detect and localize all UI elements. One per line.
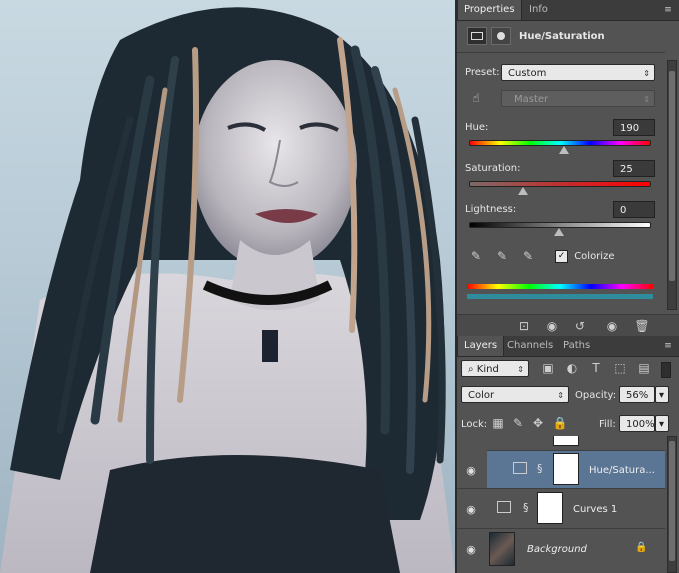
tab-channels[interactable]: Channels: [501, 336, 559, 356]
filter-toggle[interactable]: [661, 362, 671, 378]
properties-scroll-thumb[interactable]: [669, 71, 675, 281]
chevron-updown-icon: ⇕: [517, 365, 524, 374]
blend-mode-select[interactable]: Color ⇕: [461, 386, 569, 403]
opacity-dropdown-icon[interactable]: ▾: [655, 386, 669, 403]
channel-value: Master: [514, 94, 549, 105]
lock-transparent-icon[interactable]: ▦: [489, 415, 507, 431]
visibility-eye-icon[interactable]: ◉: [464, 503, 478, 516]
panel-menu-icon[interactable]: ≡: [661, 340, 675, 352]
reset-icon[interactable]: ↺: [571, 318, 589, 334]
tab-layers[interactable]: Layers: [457, 336, 505, 356]
properties-scrollbar[interactable]: [667, 60, 677, 310]
visibility-eye-icon[interactable]: ◉: [464, 543, 478, 556]
lock-position-icon[interactable]: ✥: [529, 415, 547, 431]
curves-adjustment-icon: [497, 501, 511, 513]
channel-select[interactable]: Master ⇕: [501, 90, 655, 107]
hue-slider-thumb[interactable]: [559, 146, 570, 154]
tab-paths[interactable]: Paths: [557, 336, 596, 356]
lock-image-icon[interactable]: ✎: [509, 415, 527, 431]
opacity-input[interactable]: 56%: [619, 386, 655, 403]
layer-row-partial[interactable]: [457, 436, 665, 450]
preset-select[interactable]: Custom ⇕: [501, 64, 655, 81]
preset-label: Preset:: [465, 67, 500, 78]
filter-type-icon[interactable]: T: [587, 360, 605, 376]
layer-mask-thumb: [553, 436, 579, 446]
fill-dropdown-icon[interactable]: ▾: [655, 415, 669, 432]
eyedropper-plus-icon[interactable]: ✎: [493, 248, 511, 264]
eyedropper-minus-icon[interactable]: ✎: [519, 248, 537, 264]
hue-input[interactable]: 190: [613, 119, 655, 136]
filter-smart-object-icon[interactable]: ▤: [635, 360, 653, 376]
visibility-eye-icon[interactable]: ◉: [603, 318, 621, 334]
saturation-label: Saturation:: [465, 163, 521, 174]
portrait-photo: [0, 7, 455, 573]
link-chain-icon[interactable]: §: [537, 462, 543, 475]
blend-mode-value: Color: [468, 390, 495, 401]
filter-kind-select[interactable]: ⌕ Kind ⇕: [461, 360, 529, 377]
saturation-input[interactable]: 25: [613, 160, 655, 177]
layer-image-thumb[interactable]: [489, 532, 515, 566]
saturation-slider-thumb[interactable]: [518, 187, 528, 195]
filter-adjustment-icon[interactable]: ◐: [563, 360, 581, 376]
lightness-label: Lightness:: [465, 204, 517, 215]
panel-menu-icon[interactable]: ≡: [661, 4, 675, 16]
properties-footer: ⊡ ◉ ↺ ◉ 🗑: [457, 314, 679, 337]
output-tint-bar: [467, 294, 653, 299]
properties-panel: Properties Info ≡ Hue/Saturation Preset:…: [457, 0, 679, 337]
chevron-updown-icon: ⇕: [557, 391, 564, 400]
saturation-slider-track[interactable]: [469, 181, 651, 187]
clip-to-layer-icon[interactable]: ⊡: [515, 318, 533, 334]
chevron-updown-icon: ⇕: [643, 95, 650, 104]
separator: [457, 52, 665, 53]
search-icon: ⌕: [468, 364, 474, 375]
checkmark-icon: ✓: [555, 250, 568, 263]
opacity-label: Opacity:: [575, 390, 617, 401]
layer-name[interactable]: Curves 1: [573, 504, 617, 515]
lock-label: Lock:: [461, 419, 488, 430]
lightness-slider-thumb[interactable]: [554, 228, 564, 236]
hue-label: Hue:: [465, 122, 489, 133]
mask-icon[interactable]: [491, 27, 511, 45]
colorize-label: Colorize: [574, 251, 615, 262]
lock-icon: 🔒: [635, 542, 648, 553]
layers-scroll-thumb[interactable]: [669, 441, 675, 561]
tab-properties[interactable]: Properties: [457, 0, 522, 20]
visibility-eye-icon[interactable]: ◉: [464, 464, 478, 477]
link-chain-icon[interactable]: §: [523, 501, 529, 514]
hue-saturation-adjustment-icon: [513, 462, 527, 474]
lightness-input[interactable]: 0: [613, 201, 655, 218]
chevron-updown-icon: ⇕: [643, 69, 650, 78]
fill-input[interactable]: 100%: [619, 415, 655, 432]
properties-tabbar: Properties Info ≡: [457, 0, 679, 21]
tab-info[interactable]: Info: [523, 0, 554, 20]
layers-tabbar: Layers Channels Paths ≡: [457, 336, 679, 357]
layer-mask-thumb[interactable]: [537, 492, 563, 524]
trash-icon[interactable]: 🗑: [633, 318, 651, 334]
preset-value: Custom: [508, 68, 547, 79]
filter-pixel-icon[interactable]: ▣: [539, 360, 557, 376]
layers-scrollbar[interactable]: [667, 436, 677, 573]
adjustment-type-icon[interactable]: [467, 27, 487, 45]
view-previous-icon[interactable]: ◉: [543, 318, 561, 334]
layer-name[interactable]: Hue/Satura...: [589, 465, 655, 476]
fill-label: Fill:: [599, 419, 616, 430]
filter-kind-value: Kind: [476, 364, 499, 375]
lock-all-icon[interactable]: 🔒: [551, 415, 569, 431]
layer-mask-thumb[interactable]: [553, 453, 579, 485]
filter-shape-icon[interactable]: ⬚: [611, 360, 629, 376]
layers-panel: Layers Channels Paths ≡ ⌕ Kind ⇕ ▣ ◐ T ⬚…: [457, 336, 679, 573]
input-spectrum-bar: [467, 284, 653, 289]
layers-list: ◉ § Hue/Satura... ◉ § Curves 1 ◉ Backgro…: [457, 436, 665, 573]
hand-target-icon[interactable]: ☝: [467, 90, 485, 106]
document-canvas[interactable]: [0, 0, 455, 573]
colorize-checkbox[interactable]: ✓ Colorize: [555, 250, 614, 263]
eyedropper-icon[interactable]: ✎: [467, 248, 485, 264]
adjustment-title: Hue/Saturation: [519, 31, 605, 42]
layer-name[interactable]: Background: [527, 544, 587, 555]
